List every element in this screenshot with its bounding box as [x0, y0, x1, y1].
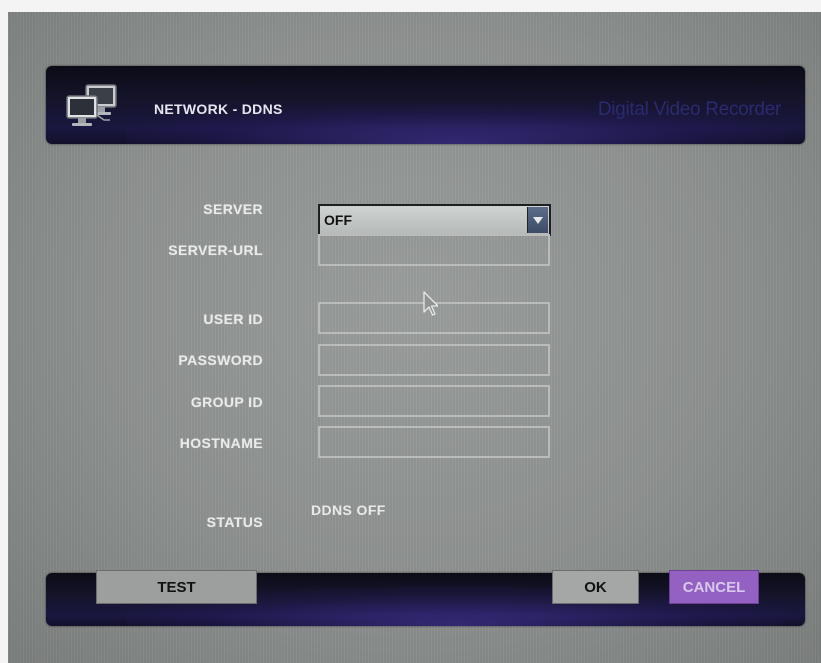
page-title: NETWORK - DDNS	[154, 101, 283, 117]
password-label: PASSWORD	[178, 352, 263, 368]
server-selected-value: OFF	[324, 212, 352, 228]
header-bar: NETWORK - DDNS Digital Video Recorder	[46, 66, 805, 144]
chevron-down-icon[interactable]	[527, 207, 548, 233]
server-url-label: SERVER-URL	[168, 242, 263, 258]
group-id-label: GROUP ID	[190, 394, 263, 410]
status-value: DDNS OFF	[311, 502, 386, 518]
hostname-label: HOSTNAME	[179, 435, 263, 451]
test-button[interactable]: TEST	[96, 570, 257, 604]
mouse-pointer-icon	[423, 291, 438, 316]
dvr-screen: NETWORK - DDNS Digital Video Recorder SE…	[8, 12, 821, 663]
hostname-field[interactable]	[318, 426, 550, 458]
user-id-label: USER ID	[203, 311, 263, 327]
server-select[interactable]: OFF	[318, 204, 551, 236]
ok-button[interactable]: OK	[552, 570, 639, 604]
password-field[interactable]	[318, 344, 550, 376]
network-computers-icon	[66, 84, 117, 126]
server-label: SERVER	[203, 201, 263, 217]
cancel-button[interactable]: CANCEL	[669, 570, 759, 604]
brand-text: Digital Video Recorder	[597, 99, 781, 120]
group-id-field[interactable]	[318, 385, 550, 417]
server-url-field[interactable]	[318, 234, 550, 266]
status-label: STATUS	[206, 514, 263, 530]
